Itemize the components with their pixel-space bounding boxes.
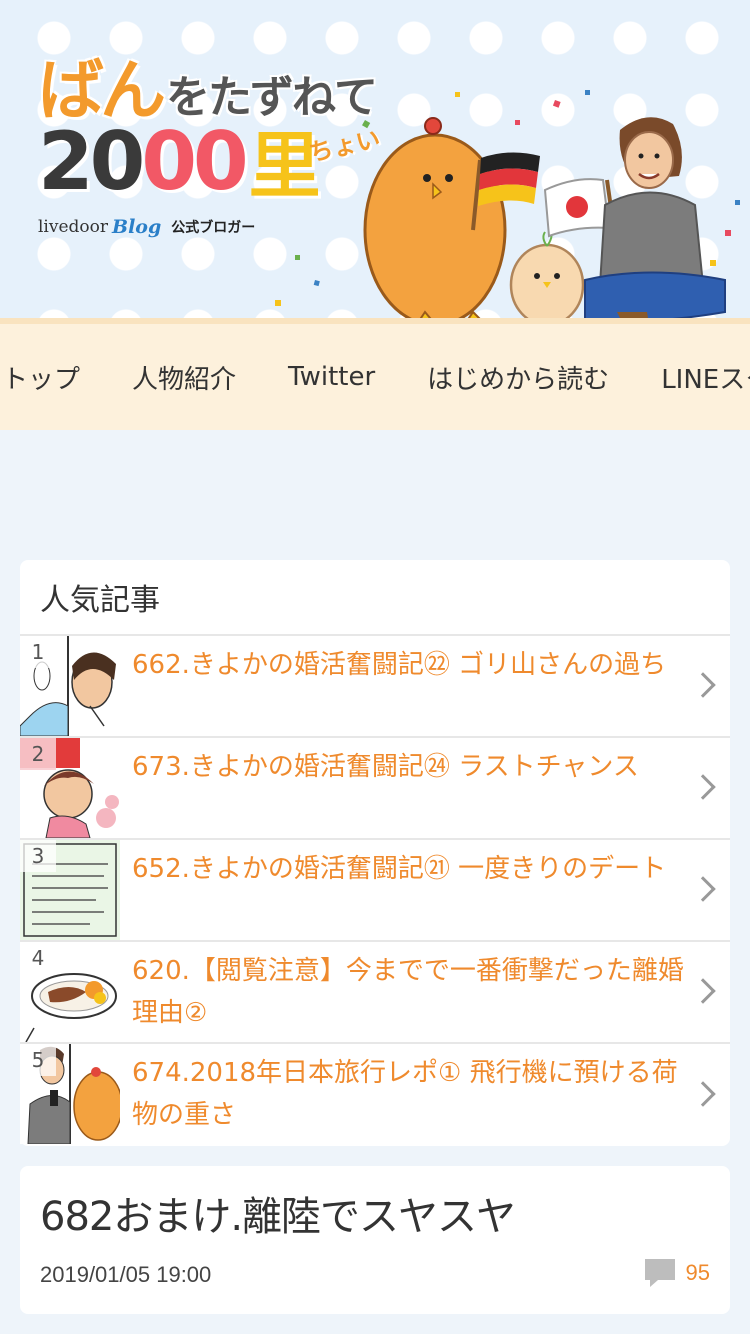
livedoor-badge: livedoor Blog 公式ブロガー — [38, 216, 255, 238]
rank-number: 1 — [20, 636, 56, 668]
popular-article-row[interactable]: 4 620.【閲覧注意】今までで一番衝撃だった離婚理由② — [20, 942, 730, 1044]
popular-articles-card: 人気記事 1 662.きよかの婚活奮闘記㉒ ゴリ山さんの過ち 2 673.きよか… — [20, 560, 730, 1146]
nav-item-top[interactable]: トップ — [0, 359, 106, 396]
logo-20-text: 20 — [38, 115, 145, 208]
nav-item-line-stamp[interactable]: LINEスタンプ — [635, 359, 750, 396]
rank-number: 3 — [20, 840, 56, 872]
man-character — [584, 117, 726, 318]
article-thumbnail: 3 — [20, 840, 120, 940]
nav-item-read-from-start[interactable]: はじめから読む — [401, 359, 635, 396]
official-blogger-label: 公式ブロガー — [171, 220, 256, 236]
nav-item-twitter[interactable]: Twitter — [262, 362, 401, 392]
article-thumbnail: 2 — [20, 738, 120, 838]
comment-count: 95 — [685, 1260, 710, 1285]
rank-number: 5 — [20, 1044, 56, 1076]
blog-header[interactable]: ばん をたずねて 20 00 里 ちょい livedoor Blog 公式ブロガ… — [0, 0, 750, 318]
popular-article-row[interactable]: 2 673.きよかの婚活奮闘記㉔ ラストチャンス — [20, 738, 730, 840]
article-thumbnail: 1 — [20, 636, 120, 736]
article-date: 2019/01/05 19:00 — [40, 1262, 212, 1287]
main-nav: トップ 人物紹介 Twitter はじめから読む LINEスタンプ — [0, 318, 750, 430]
livedoor-label: livedoor — [38, 217, 109, 237]
popular-article-title[interactable]: 673.きよかの婚活奮闘記㉔ ラストチャンス — [120, 738, 730, 838]
comment-link[interactable]: 95 — [644, 1258, 710, 1288]
popular-article-title[interactable]: 620.【閲覧注意】今までで一番衝撃だった離婚理由② — [120, 942, 730, 1042]
rank-number: 4 — [20, 942, 56, 974]
blog-mark: Blog — [112, 216, 162, 238]
logo-00-text: 00 — [141, 115, 248, 208]
popular-article-title[interactable]: 662.きよかの婚活奮闘記㉒ ゴリ山さんの過ち — [120, 636, 730, 736]
popular-article-title[interactable]: 674.2018年日本旅行レポ① 飛行機に預ける荷物の重さ — [120, 1044, 730, 1146]
popular-article-row[interactable]: 3 652.きよかの婚活奮闘記㉑ 一度きりのデート — [20, 840, 730, 942]
orange-bird-character — [363, 117, 507, 318]
small-chick-character — [509, 231, 585, 318]
article-thumbnail: 5 — [20, 1044, 120, 1144]
popular-article-row[interactable]: 5 674.2018年日本旅行レポ① 飛行機に預ける荷物の重さ — [20, 1044, 730, 1146]
header-illustration — [275, 90, 740, 318]
article-title[interactable]: 682おまけ.離陸でスヤスヤ — [40, 1184, 516, 1242]
popular-article-title[interactable]: 652.きよかの婚活奮闘記㉑ 一度きりのデート — [120, 840, 730, 940]
rank-number: 2 — [20, 738, 56, 770]
popular-articles-title: 人気記事 — [20, 560, 730, 636]
article-thumbnail: 4 — [20, 942, 120, 1042]
comment-icon — [644, 1259, 675, 1287]
article-card[interactable]: 682おまけ.離陸でスヤスヤ 2019/01/05 19:00 95 — [20, 1166, 730, 1314]
nav-item-profile[interactable]: 人物紹介 — [106, 359, 262, 396]
popular-article-row[interactable]: 1 662.きよかの婚活奮闘記㉒ ゴリ山さんの過ち — [20, 636, 730, 738]
